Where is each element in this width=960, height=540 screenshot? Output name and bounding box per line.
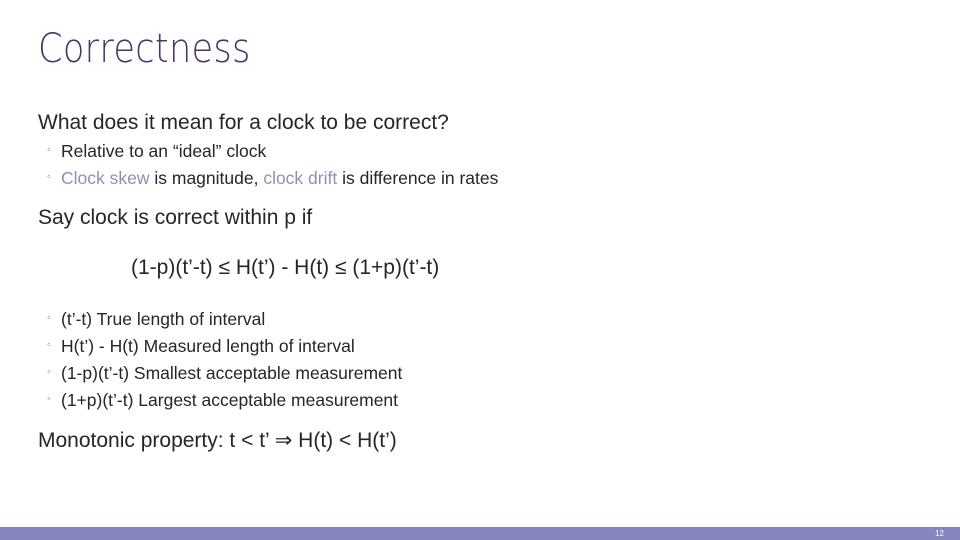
bullet-text: (1-p)(t’-t) Smallest acceptable measurem…: [61, 363, 403, 383]
bullet-text: H(t’) - H(t) Measured length of interval: [61, 336, 355, 356]
term-clock-drift: clock drift: [263, 168, 338, 188]
slide-title: Correctness: [38, 26, 251, 72]
sub-bullet-skew-drift: ◦ Clock skew is magnitude, clock drift is…: [47, 168, 498, 189]
bullet-text: is difference in rates: [337, 168, 499, 188]
monotonic-property: Monotonic property: t < t’ ⇒ H(t) < H(t’…: [38, 429, 397, 452]
bullet-text: is magnitude,: [149, 168, 264, 188]
sub-bullet-smallest: ◦ (1-p)(t’-t) Smallest acceptable measure…: [47, 363, 402, 384]
bullet-icon: ◦: [47, 339, 51, 352]
sub-bullet-measured-length: ◦ H(t’) - H(t) Measured length of interva…: [47, 336, 355, 357]
statement-text: Say clock is correct within p if: [38, 206, 313, 229]
bullet-icon: ◦: [47, 171, 51, 184]
bullet-icon: ◦: [47, 312, 51, 325]
correctness-formula: (1-p)(t’-t) ≤ H(t’) - H(t) ≤ (1+p)(t’-t): [131, 256, 440, 279]
sub-bullet-relative: ◦ Relative to an “ideal” clock: [47, 141, 266, 162]
sub-bullet-largest: ◦ (1+p)(t’-t) Largest acceptable measurem…: [47, 390, 398, 411]
bullet-text: (1+p)(t’-t) Largest acceptable measureme…: [61, 390, 399, 410]
bullet-text: Relative to an “ideal” clock: [61, 141, 267, 161]
page-number: 12: [935, 529, 944, 538]
sub-bullet-true-length: ◦ (t’-t) True length of interval: [47, 309, 265, 330]
footer-bar: 12: [0, 527, 960, 540]
bullet-text: (t’-t) True length of interval: [61, 309, 266, 329]
question-text: What does it mean for a clock to be corr…: [38, 111, 449, 134]
bullet-icon: ◦: [47, 144, 51, 157]
bullet-icon: ◦: [47, 393, 51, 406]
term-clock-skew: Clock skew: [61, 168, 150, 188]
bullet-icon: ◦: [47, 366, 51, 379]
